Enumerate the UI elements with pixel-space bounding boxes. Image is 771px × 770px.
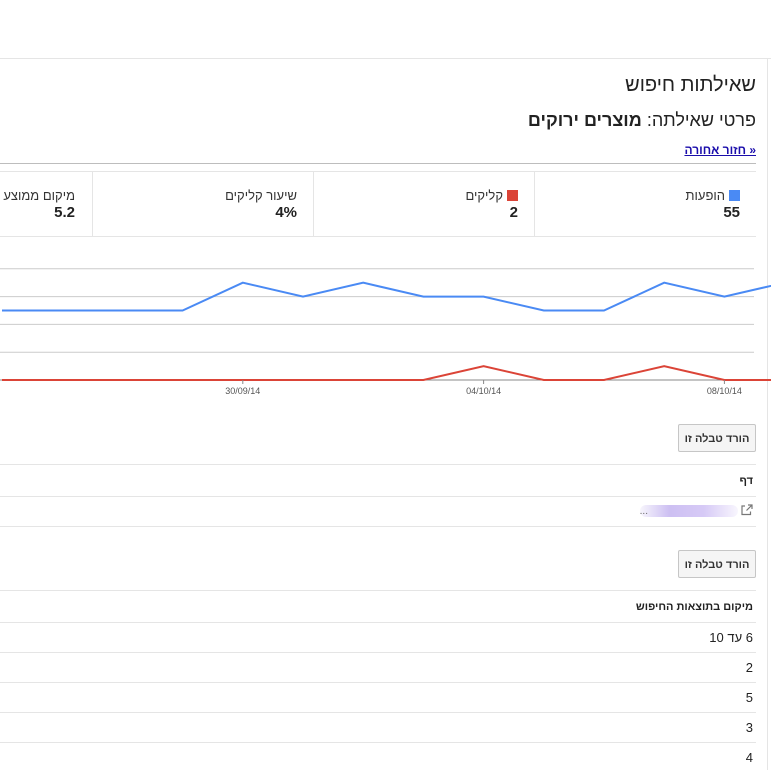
table-row: 4 [745,750,753,765]
x-tick-label: 30/09/14 [225,386,260,396]
metric-clicks[interactable]: קליקים 2 [313,172,534,236]
x-tick-label: 08/10/14 [707,386,742,396]
table-divider [0,622,756,623]
query-details-label: פרטי שאילתה: [646,110,756,130]
table-row: 6 עד 10 [709,630,753,645]
x-tick-label: 04/10/14 [466,386,501,396]
metric-avg-position-label: מיקום ממוצע [3,188,75,203]
download-table-button-2[interactable]: הורד טבלה זו [678,550,756,578]
performance-chart: 30/09/14 04/10/14 08/10/14 [0,268,771,396]
pages-table-header: דף [739,475,754,487]
table-row: 3 [745,720,753,735]
chart-lines [2,281,771,381]
table-divider [0,682,756,683]
metric-clicks-label: קליקים [465,188,503,203]
page-url-redacted[interactable] [640,505,738,517]
table-divider [0,590,756,591]
table-divider [0,526,756,527]
external-link-icon[interactable] [741,504,753,516]
download-table-button[interactable]: הורד טבלה זו [678,424,756,452]
table-divider [0,742,756,743]
table-divider [0,652,756,653]
table-divider [0,464,756,465]
metric-ctr-value: 4% [275,204,297,221]
metric-clicks-value: 2 [509,204,518,221]
metric-impressions[interactable]: הופעות 55 [534,172,756,236]
metric-ctr[interactable]: שיעור קליקים 4% [92,172,313,236]
page-title: שאילתות חיפוש [625,74,756,96]
table-divider [0,496,756,497]
right-divider [767,58,768,770]
metric-avg-position-value: 5.2 [54,204,75,221]
impressions-swatch [729,190,740,201]
chart-x-ticks: 30/09/14 04/10/14 08/10/14 [225,380,742,396]
query-text: מוצרים ירוקים [527,110,642,130]
metrics-bar: הופעות 55 קליקים 2 שיעור קליקים 4% מיקום… [0,171,756,237]
back-link[interactable]: « חזור אחורה [684,143,756,157]
clicks-line [2,365,771,381]
positions-table-header: מיקום בתוצאות החיפוש [635,601,753,613]
table-row: 2 [745,660,753,675]
header-divider [0,163,756,164]
metric-impressions-value: 55 [723,204,740,221]
metric-impressions-label: הופעות [685,188,725,203]
clicks-swatch [507,190,518,201]
page-url[interactable]: ... [640,506,648,517]
top-bar [0,0,771,59]
impressions-line [2,281,771,312]
table-divider [0,712,756,713]
table-row: 5 [745,690,753,705]
metric-ctr-label: שיעור קליקים [225,188,297,203]
query-details: פרטי שאילתה: מוצרים ירוקים [528,110,756,131]
metric-avg-position[interactable]: מיקום ממוצע 5.2 [0,172,91,236]
